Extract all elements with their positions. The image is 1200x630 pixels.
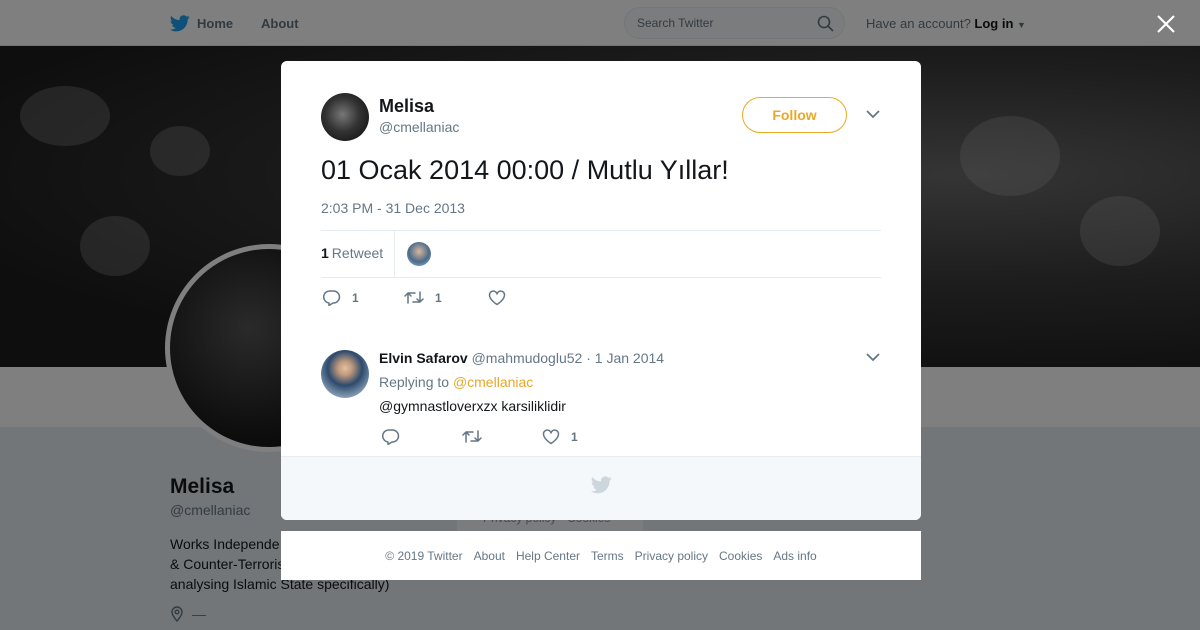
reply-button[interactable] [382,428,462,445]
reply-author-name[interactable]: Elvin Safarov [379,350,468,366]
tweet-stats: 1 Retweet [321,230,881,278]
chevron-down-icon[interactable] [866,352,880,362]
footer-link-cookies[interactable]: Cookies [719,549,762,563]
retweet-action-count: 1 [435,290,442,305]
twitter-bird-icon [591,476,612,494]
footer-link-terms[interactable]: Terms [591,549,624,563]
retweet-button[interactable]: 1 [404,290,488,305]
footer-link-ads-info[interactable]: Ads info [773,549,816,563]
author-name[interactable]: Melisa [379,96,434,117]
like-button[interactable] [488,289,517,306]
reply-author-avatar[interactable] [321,350,369,398]
tweet-actions: 1 1 [323,289,517,306]
replying-to: Replying to @cmellaniac [379,374,533,390]
tweet-timestamp[interactable]: 2:03 PM - 31 Dec 2013 [321,200,465,216]
page-footer: © 2019 Twitter About Help Center Terms P… [281,531,921,580]
tweet-modal: Melisa @cmellaniac Follow 01 Ocak 2014 0… [281,61,921,520]
retweet-icon [462,430,482,443]
reply-button[interactable]: 1 [323,289,404,306]
reply-header: Elvin Safarov @mahmudoglu52 · 1 Jan 2014 [379,350,664,366]
stats-divider [394,231,395,278]
retweet-count: 1 [321,245,329,261]
chevron-down-icon[interactable] [866,109,880,119]
replying-to-handle[interactable]: @cmellaniac [453,374,533,390]
retweeter-avatar[interactable] [407,242,431,266]
footer-copyright: © 2019 Twitter [385,548,463,563]
reply-actions: 1 [382,428,578,445]
reply-count: 1 [352,290,359,305]
replying-to-prefix: Replying to [379,374,450,390]
modal-footer [281,456,921,520]
close-icon[interactable] [1152,10,1180,38]
tweet-text: 01 Ocak 2014 00:00 / Mutlu Yıllar! [321,155,729,185]
retweet-stat[interactable]: 1 Retweet [321,245,383,261]
reply-author-handle[interactable]: @mahmudoglu52 [472,350,583,366]
reply-icon [382,429,400,445]
author-avatar[interactable] [321,93,369,141]
footer-link-about[interactable]: About [474,549,505,563]
retweet-icon [404,291,424,304]
footer-link-help-center[interactable]: Help Center [516,549,580,563]
reply-icon [323,290,341,306]
follow-button[interactable]: Follow [742,97,847,133]
retweet-stat-label: Retweet [331,245,384,261]
heart-icon [488,289,506,305]
author-handle[interactable]: @cmellaniac [379,119,459,135]
reply-text: @gymnastloverxzx karsiliklidir [379,398,566,414]
like-count: 1 [571,429,578,444]
heart-icon [542,428,560,444]
like-button[interactable]: 1 [542,428,578,445]
footer-link-privacy-policy[interactable]: Privacy policy [635,549,708,563]
retweet-button[interactable] [462,429,542,444]
reply-date[interactable]: · 1 Jan 2014 [586,350,664,366]
